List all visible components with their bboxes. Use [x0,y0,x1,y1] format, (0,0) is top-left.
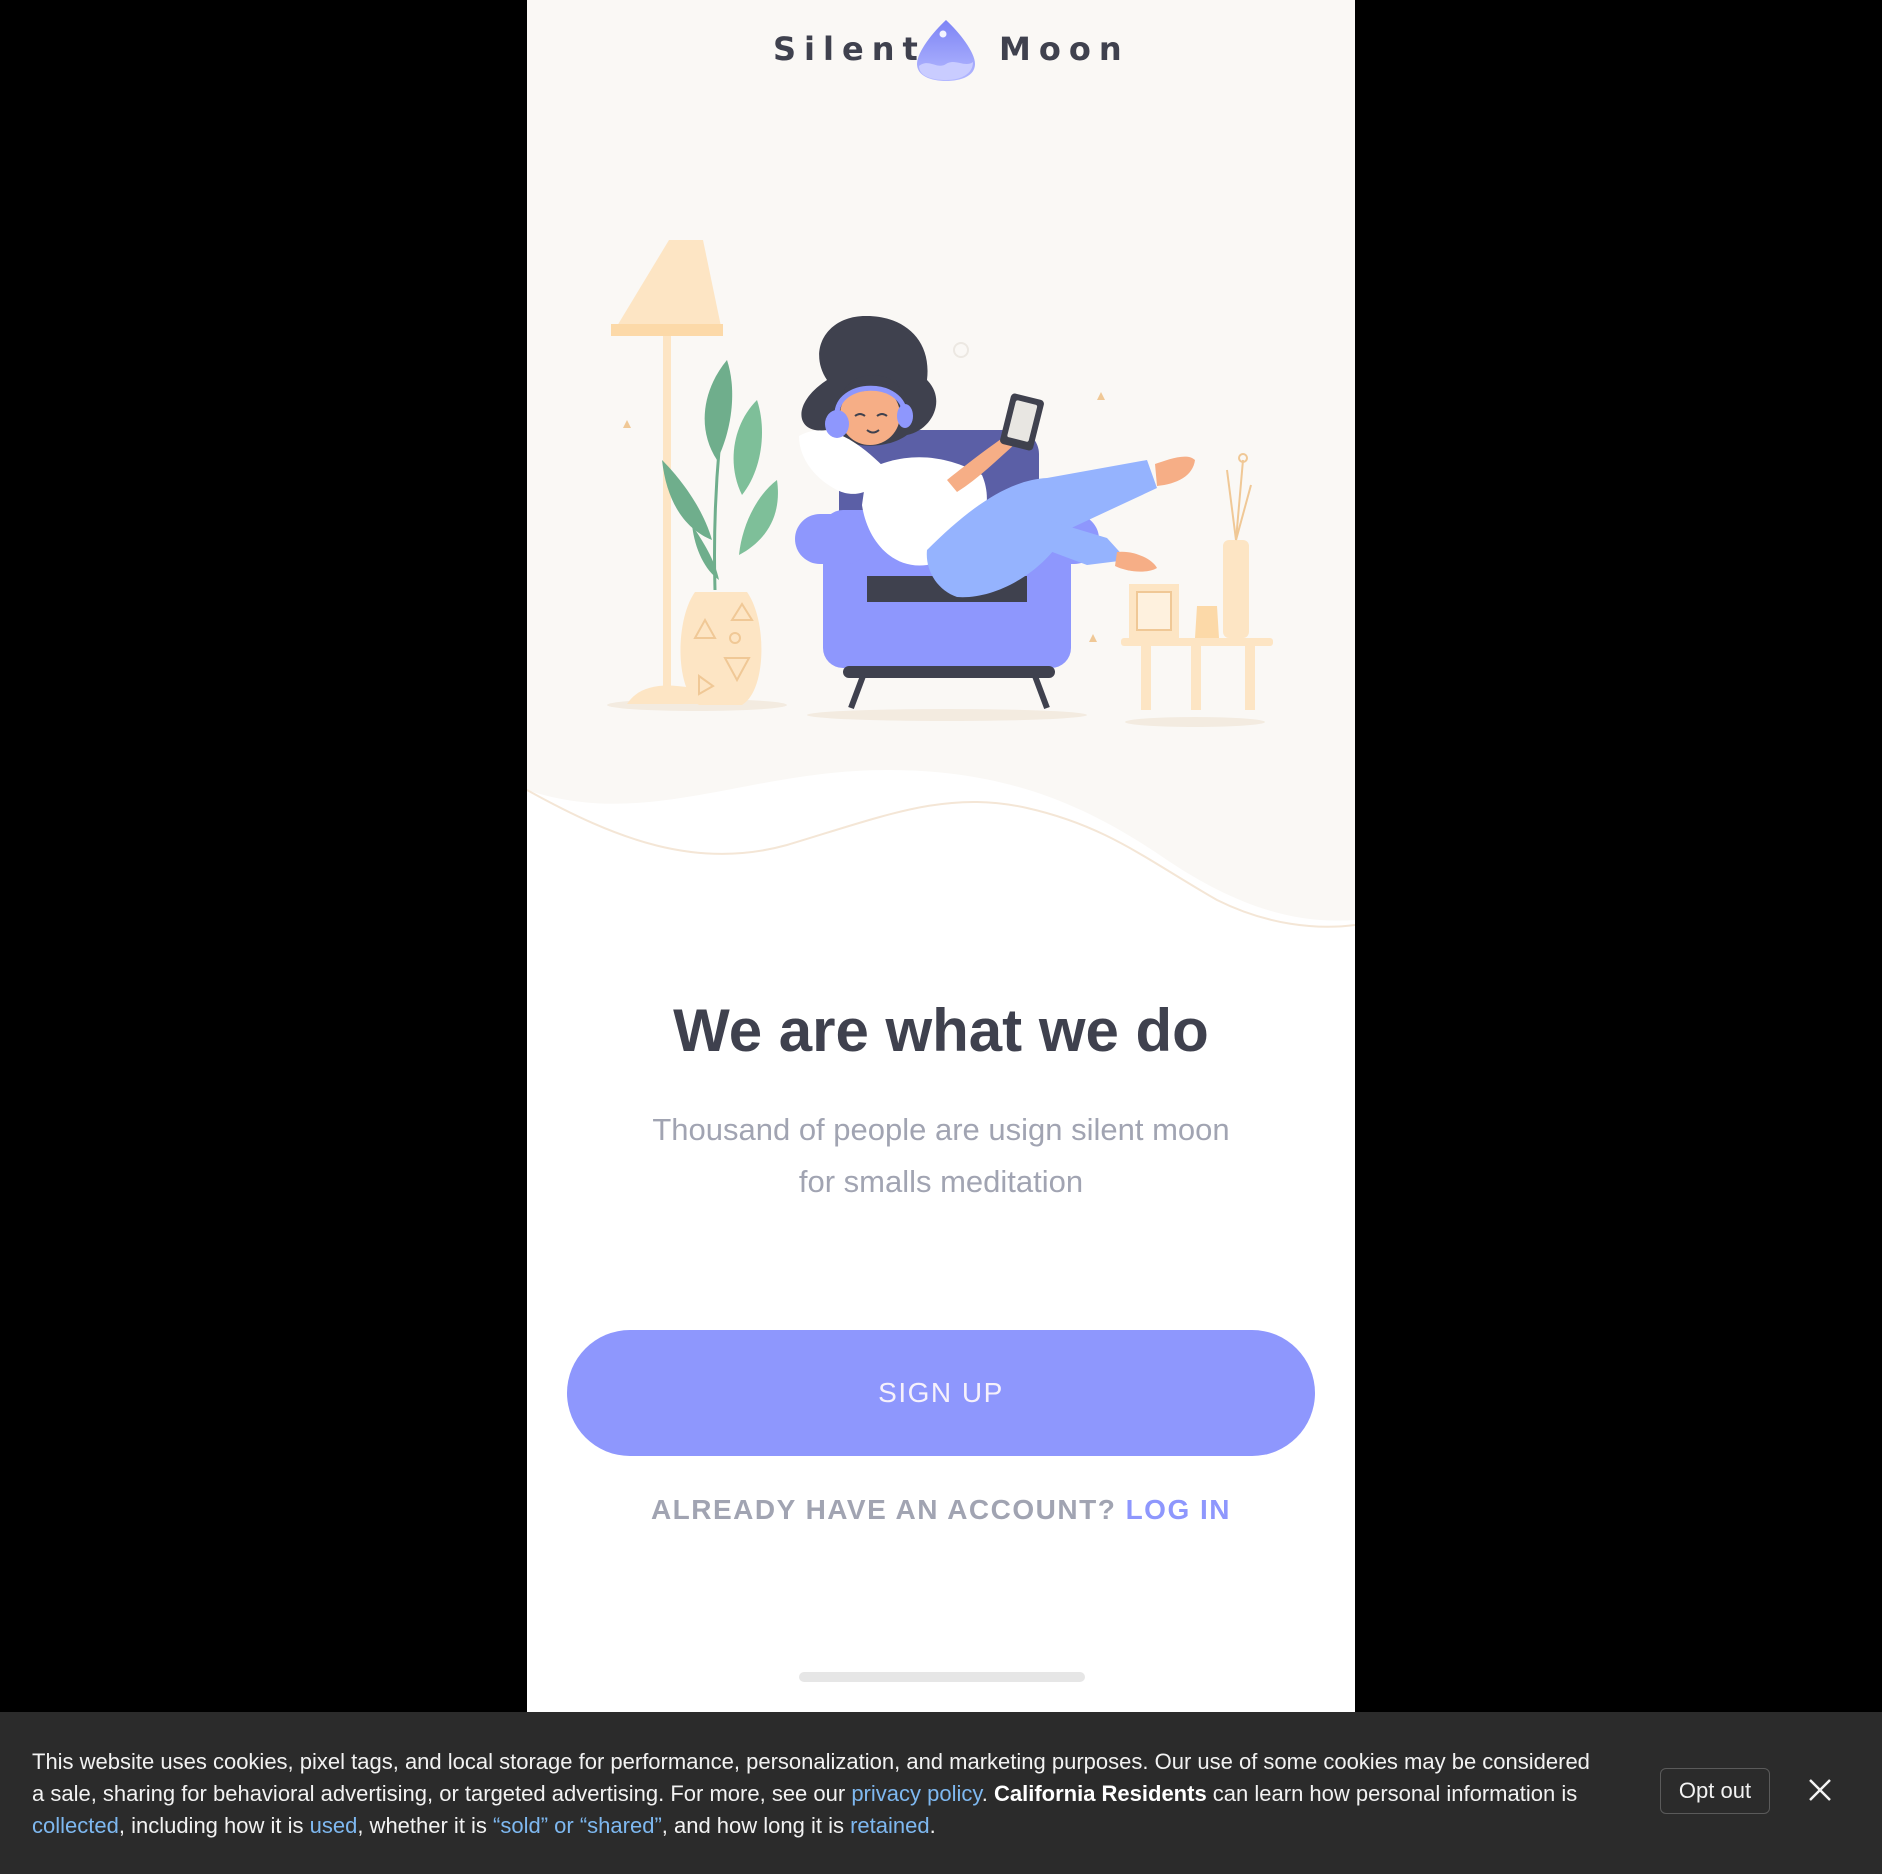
home-indicator [799,1672,1085,1682]
brand-header: Silent Moon [527,0,1355,100]
brand-name-left: Silent [773,30,926,68]
cookie-text-part: can learn how personal information is [1206,1781,1578,1806]
collected-link[interactable]: collected [32,1813,119,1838]
brand-name-right: Moon [999,30,1130,68]
cookie-notice-text: This website uses cookies, pixel tags, a… [32,1746,1592,1842]
close-icon[interactable] [1800,1770,1840,1810]
page-title: We are what we do [673,997,1209,1064]
retained-link[interactable]: retained [850,1813,930,1838]
log-in-link[interactable]: LOG IN [1126,1494,1231,1525]
california-residents-label: California Residents [993,1781,1207,1806]
lamp-shade [611,240,723,336]
cookie-text-part: , whether it is [357,1813,494,1838]
cookie-text-part: . [929,1813,936,1838]
cookie-text-part: . [981,1781,994,1806]
used-link[interactable]: used [310,1813,358,1838]
page-subtitle: Thousand of people are usign silent moon… [652,1112,1230,1199]
relaxing-woman-illustration [607,240,1273,727]
cookie-text-part: , including how it is [118,1813,310,1838]
moon-drop-logo-icon [917,20,975,81]
sold-or-shared-link[interactable]: “sold” or “shared” [493,1813,662,1838]
opt-out-button[interactable]: Opt out [1660,1768,1770,1814]
cookie-banner: This website uses cookies, pixel tags, a… [0,1712,1882,1874]
login-row: ALREADY HAVE AN ACCOUNT? LOG IN [527,1494,1355,1526]
login-prompt: ALREADY HAVE AN ACCOUNT? [650,1494,1117,1525]
privacy-policy-link[interactable]: privacy policy [851,1781,981,1806]
app-screen: Silent Moon We are what we do Thousand o… [527,0,1355,1712]
sign-up-button[interactable]: SIGN UP [567,1330,1315,1456]
cookie-text-part: , and how long it is [661,1813,851,1838]
